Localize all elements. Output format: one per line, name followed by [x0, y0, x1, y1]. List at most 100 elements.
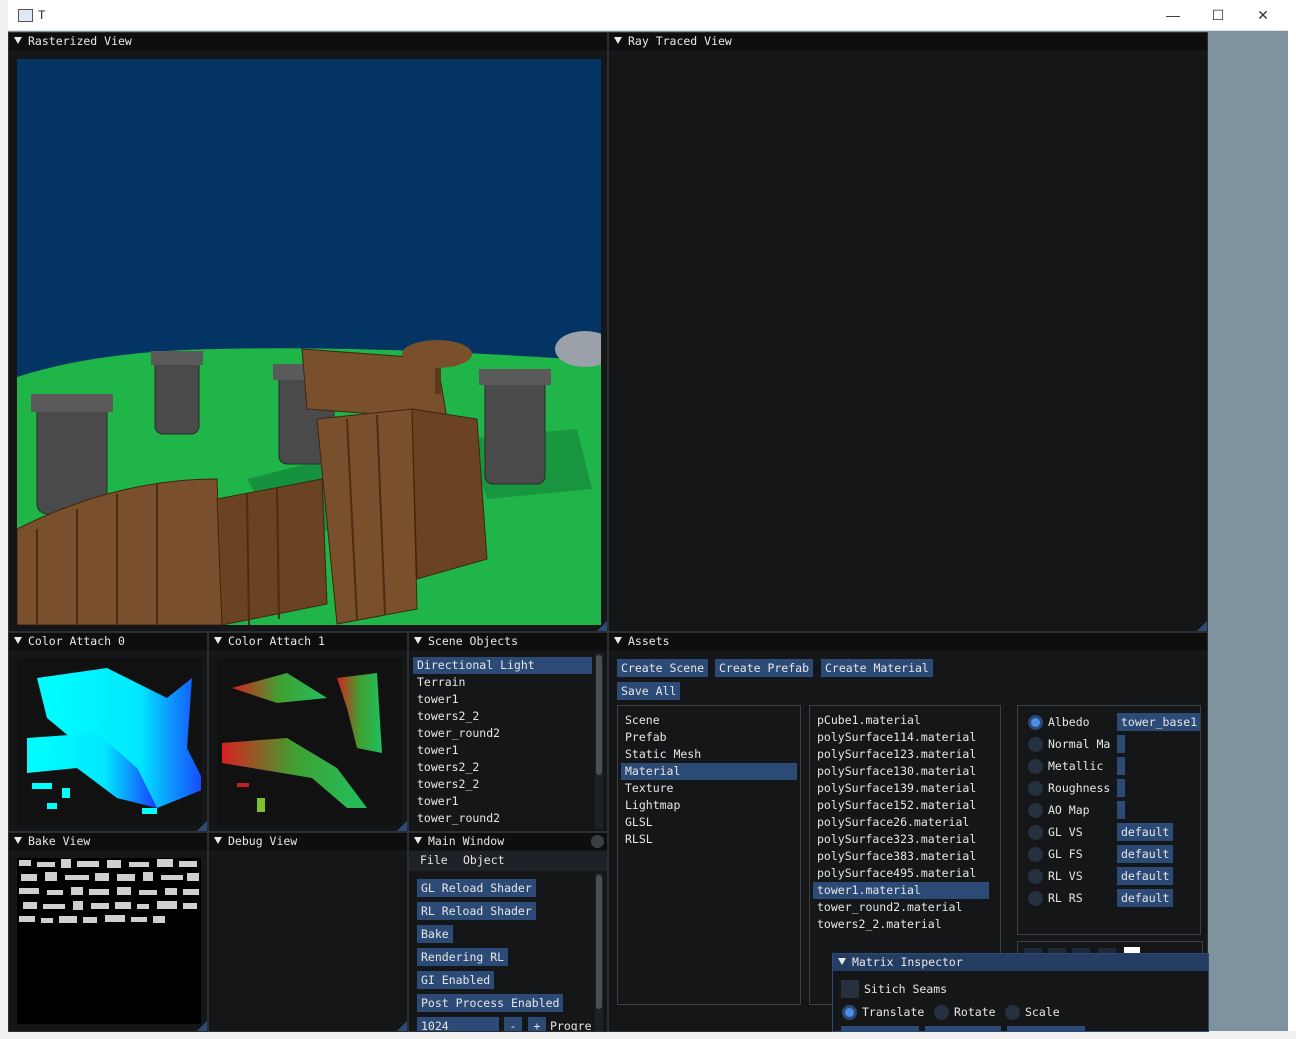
- translate-radio[interactable]: [842, 1005, 857, 1020]
- window-titlebar[interactable]: T — ☐ ✕: [8, 0, 1288, 31]
- menu-file[interactable]: File: [420, 852, 448, 869]
- bake-button[interactable]: Bake: [417, 925, 453, 943]
- scene-object-item[interactable]: towers2_2: [417, 759, 479, 776]
- albedo-texture-field[interactable]: tower_base1: [1117, 713, 1200, 731]
- debug-view-panel[interactable]: Debug View: [208, 832, 408, 1032]
- collapse-icon[interactable]: [614, 37, 622, 44]
- close-button[interactable]: ✕: [1243, 4, 1283, 26]
- material-item[interactable]: tower1.material: [813, 882, 989, 899]
- save-all-button[interactable]: Save All: [617, 682, 681, 700]
- increment-button[interactable]: +: [528, 1017, 546, 1031]
- rendering-rl-button[interactable]: Rendering RL: [417, 948, 509, 966]
- scrollbar-thumb[interactable]: [596, 875, 602, 1009]
- main-window-panel[interactable]: Main Window File Object GL Reload Shader…: [408, 832, 608, 1032]
- resize-grip[interactable]: [197, 1021, 207, 1031]
- ray-traced-view-panel[interactable]: Ray Traced View: [608, 32, 1208, 632]
- position-x-field[interactable]: [841, 1026, 919, 1031]
- roughness-field[interactable]: [1117, 779, 1125, 797]
- material-item[interactable]: polySurface152.material: [817, 797, 976, 814]
- scene-object-item[interactable]: tower_round2: [417, 725, 500, 742]
- rl-vs-radio[interactable]: [1028, 869, 1043, 884]
- collapse-icon[interactable]: [14, 837, 22, 844]
- metallic-field[interactable]: [1117, 757, 1125, 775]
- panel-title[interactable]: Ray Traced View: [609, 33, 1207, 50]
- panel-title[interactable]: Scene Objects: [409, 633, 607, 650]
- scrollbar-thumb[interactable]: [596, 655, 602, 775]
- material-item[interactable]: polySurface123.material: [817, 746, 976, 763]
- category-item[interactable]: RLSL: [625, 831, 653, 848]
- resize-grip[interactable]: [1197, 621, 1207, 631]
- position-z-field[interactable]: [1007, 1026, 1085, 1031]
- material-item[interactable]: pCube1.material: [817, 712, 921, 729]
- panel-title[interactable]: Color Attach 1: [209, 633, 407, 650]
- scene-object-item[interactable]: towers2_2: [417, 708, 479, 725]
- rl-reload-shader-button[interactable]: RL Reload Shader: [417, 902, 536, 920]
- scene-object-item[interactable]: tower_round2: [417, 810, 500, 827]
- decrement-button[interactable]: -: [504, 1017, 522, 1031]
- collapse-icon[interactable]: [214, 637, 222, 644]
- category-item[interactable]: Texture: [625, 780, 673, 797]
- scene-object-item[interactable]: tower1: [417, 691, 459, 708]
- position-y-field[interactable]: [925, 1026, 1001, 1031]
- rasterized-view-panel[interactable]: Rasterized View: [8, 32, 608, 632]
- resize-grip[interactable]: [397, 1021, 407, 1031]
- ao-map-radio[interactable]: [1028, 803, 1043, 818]
- category-item[interactable]: Material: [621, 763, 797, 780]
- scene-object-item[interactable]: towers2_2: [417, 776, 479, 793]
- gl-fs-radio[interactable]: [1028, 847, 1043, 862]
- scale-radio[interactable]: [1005, 1005, 1020, 1020]
- collapse-icon[interactable]: [414, 837, 422, 844]
- resize-grip[interactable]: [397, 821, 407, 831]
- normal-map-field[interactable]: [1117, 735, 1125, 753]
- color-attach-1-panel[interactable]: Color Attach 1: [208, 632, 408, 832]
- create-material-button[interactable]: Create Material: [821, 659, 933, 677]
- material-item[interactable]: towers2_2.material: [817, 916, 942, 933]
- asset-category-list[interactable]: Scene Prefab Static Mesh Material Textur…: [617, 705, 801, 1005]
- create-scene-button[interactable]: Create Scene: [617, 659, 709, 677]
- close-circle-icon[interactable]: [591, 835, 604, 848]
- scene-objects-panel[interactable]: Scene Objects Directional Light Terrain …: [408, 632, 608, 832]
- collapse-icon[interactable]: [414, 637, 422, 644]
- resize-grip[interactable]: [197, 821, 207, 831]
- collapse-icon[interactable]: [614, 637, 622, 644]
- rl-rs-radio[interactable]: [1028, 891, 1043, 906]
- category-item[interactable]: Prefab: [625, 729, 667, 746]
- albedo-radio[interactable]: [1028, 715, 1043, 730]
- collapse-icon[interactable]: [14, 37, 22, 44]
- category-item[interactable]: Lightmap: [625, 797, 680, 814]
- panel-title[interactable]: Rasterized View: [9, 33, 607, 50]
- menu-object[interactable]: Object: [463, 852, 505, 869]
- gl-vs-field[interactable]: default: [1117, 823, 1174, 841]
- category-item[interactable]: Scene: [625, 712, 660, 729]
- scrollbar[interactable]: [595, 873, 603, 1031]
- scene-object-item[interactable]: Terrain: [417, 674, 465, 691]
- scene-object-item[interactable]: tower1: [417, 793, 459, 810]
- gi-enabled-button[interactable]: GI Enabled: [417, 971, 495, 989]
- material-item[interactable]: polySurface495.material: [817, 865, 976, 882]
- rl-vs-field[interactable]: default: [1117, 867, 1174, 885]
- panel-title[interactable]: Assets: [609, 633, 1207, 650]
- create-prefab-button[interactable]: Create Prefab: [715, 659, 814, 677]
- resize-grip[interactable]: [597, 621, 607, 631]
- color-attach-0-panel[interactable]: Color Attach 0: [8, 632, 208, 832]
- material-item[interactable]: tower_round2.material: [817, 899, 962, 916]
- rasterized-viewport[interactable]: [17, 59, 601, 625]
- gl-vs-radio[interactable]: [1028, 825, 1043, 840]
- panel-title[interactable]: Color Attach 0: [9, 633, 207, 650]
- scene-object-item[interactable]: tower1: [417, 742, 459, 759]
- collapse-icon[interactable]: [838, 958, 846, 965]
- rotate-radio[interactable]: [934, 1005, 949, 1020]
- material-item[interactable]: polySurface114.material: [817, 729, 976, 746]
- rl-rs-field[interactable]: default: [1117, 889, 1174, 907]
- category-item[interactable]: Static Mesh: [625, 746, 701, 763]
- material-item[interactable]: polySurface26.material: [817, 814, 969, 831]
- collapse-icon[interactable]: [214, 837, 222, 844]
- minimize-button[interactable]: —: [1153, 4, 1193, 26]
- scrollbar[interactable]: [595, 653, 603, 829]
- gl-reload-shader-button[interactable]: GL Reload Shader: [417, 879, 536, 897]
- scene-object-item[interactable]: Directional Light: [413, 657, 592, 674]
- normal-map-radio[interactable]: [1028, 737, 1043, 752]
- material-item[interactable]: polySurface323.material: [817, 831, 976, 848]
- material-item[interactable]: polySurface139.material: [817, 780, 976, 797]
- material-properties[interactable]: Albedo tower_base1 Normal Ma Metallic Ro…: [1017, 705, 1201, 935]
